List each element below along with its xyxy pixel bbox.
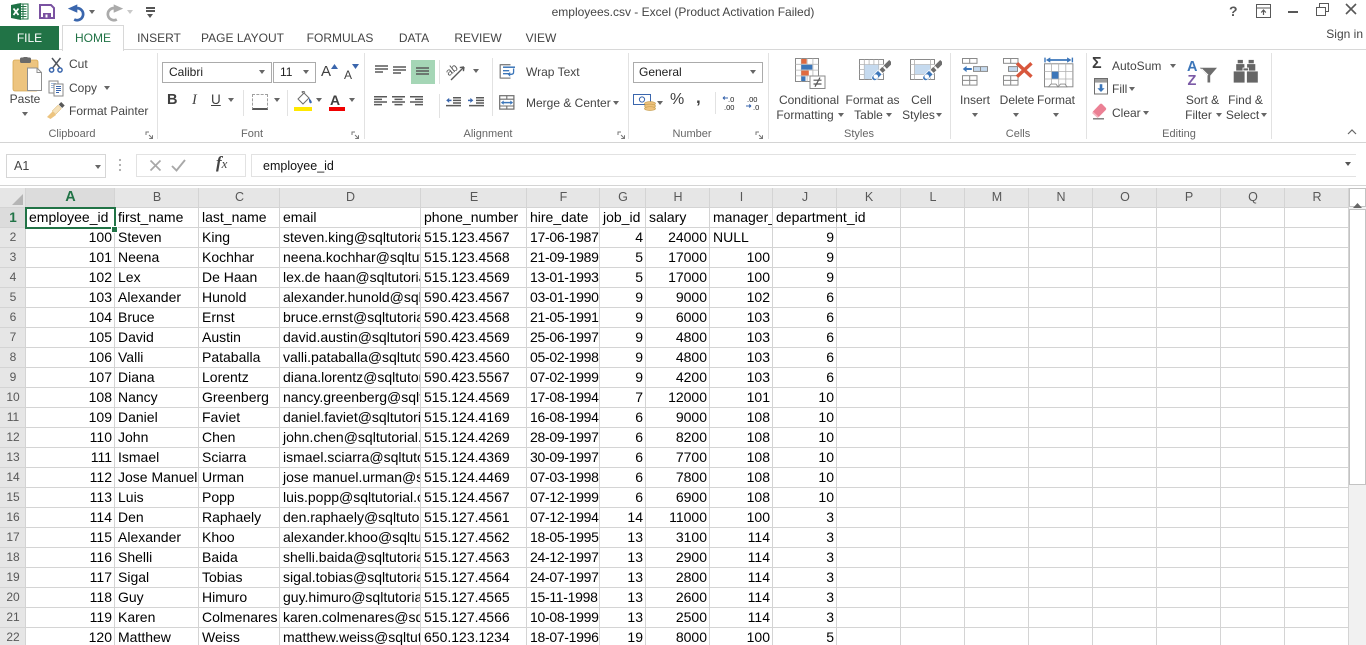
svg-text:Z: Z — [1188, 73, 1197, 86]
svg-text:.0: .0 — [753, 103, 759, 110]
svg-text:.00: .00 — [724, 103, 734, 110]
svg-text:ab: ab — [445, 62, 460, 79]
